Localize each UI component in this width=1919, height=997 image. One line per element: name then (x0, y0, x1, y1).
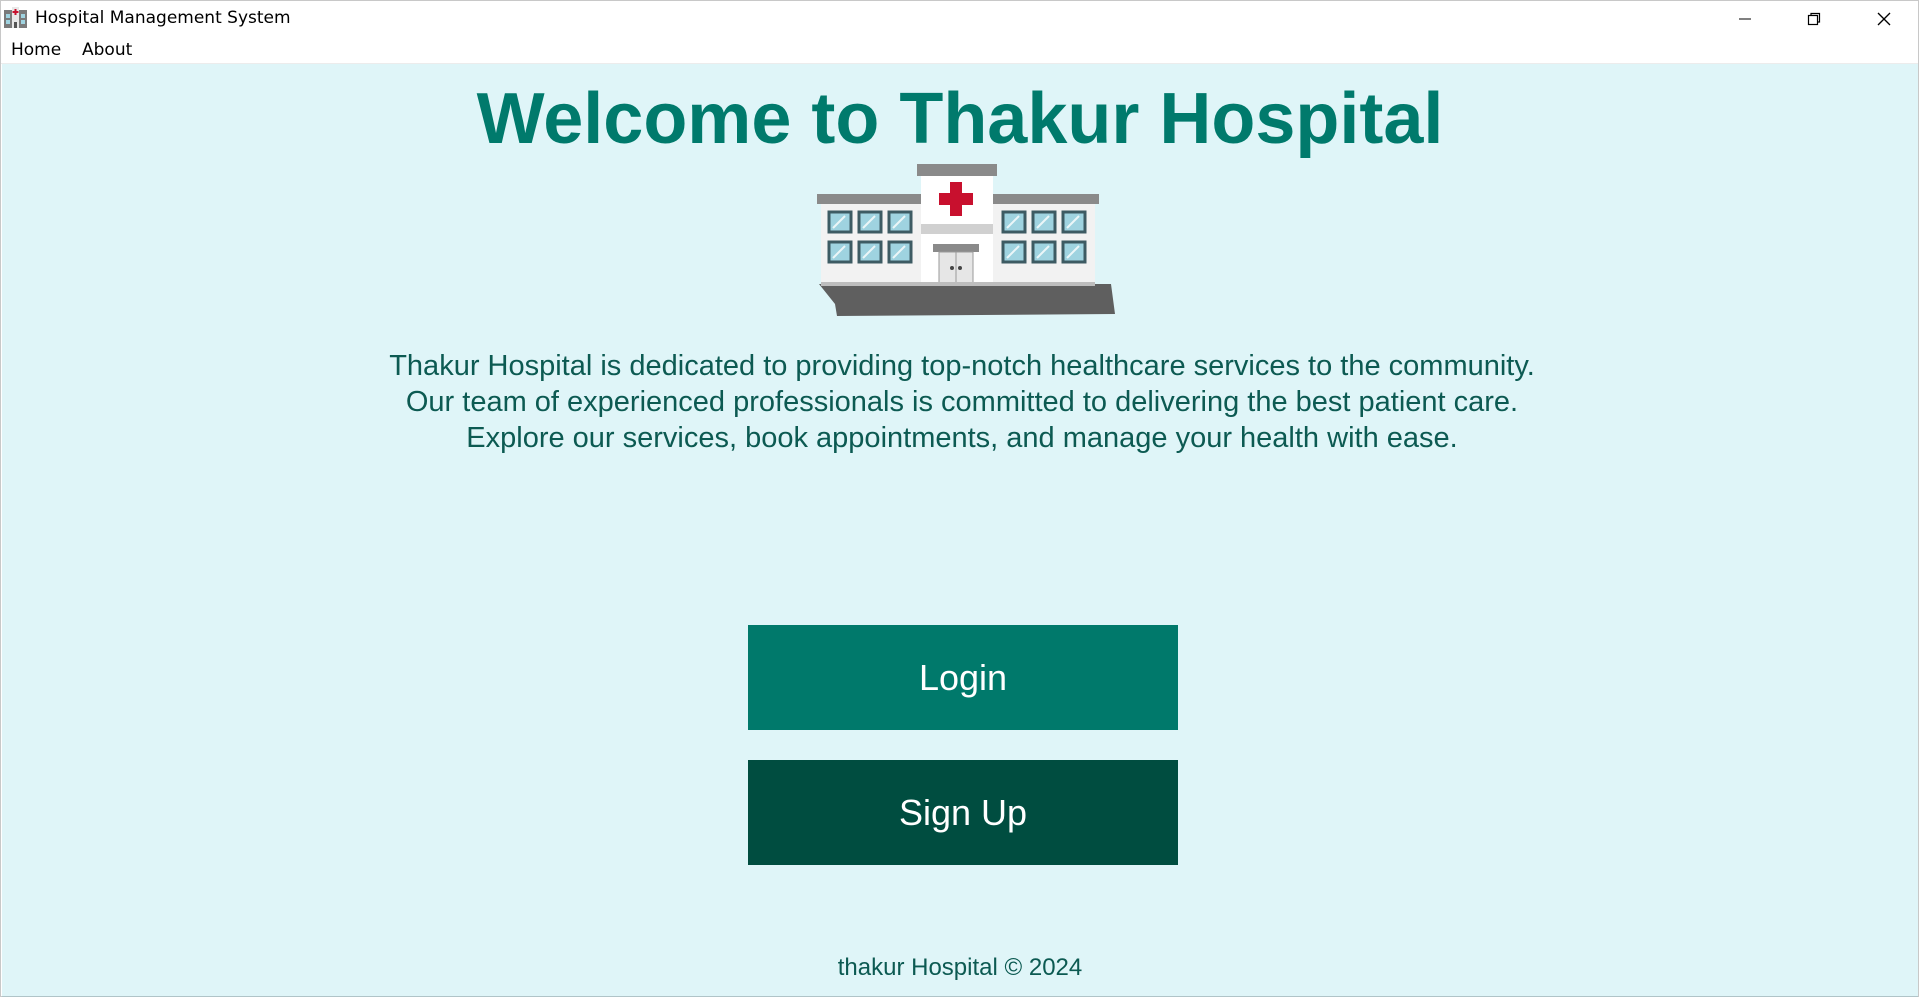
window-title: Hospital Management System (35, 8, 291, 28)
hospital-description: Thakur Hospital is dedicated to providin… (362, 348, 1562, 456)
description-line: Our team of experienced professionals is… (405, 386, 1519, 418)
hospital-building-icon (817, 164, 1115, 316)
menu-item-about[interactable]: About (82, 40, 132, 60)
minimize-icon (1739, 18, 1751, 19)
signup-button[interactable]: Sign Up (748, 760, 1178, 865)
description-line: Thakur Hospital is dedicated to providin… (389, 350, 1535, 382)
menu-bar: Home About (1, 36, 1918, 64)
close-button[interactable] (1850, 1, 1918, 36)
main-content: Welcome to Thakur Hospital Thakur Hospit… (2, 64, 1918, 997)
footer-copyright: thakur Hospital © 2024 (837, 954, 1083, 981)
restore-icon (1807, 12, 1821, 25)
page-title: Welcome to Thakur Hospital (476, 79, 1444, 159)
login-button[interactable]: Login (748, 625, 1178, 730)
close-icon (1877, 12, 1891, 25)
minimize-button[interactable] (1711, 1, 1779, 36)
menu-item-home[interactable]: Home (11, 40, 61, 60)
hospital-icon (4, 7, 27, 28)
app-window: Hospital Management System Home About We… (0, 0, 1919, 997)
description-line: Explore our services, book appointments,… (466, 422, 1458, 454)
restore-button[interactable] (1780, 1, 1848, 36)
title-bar: Hospital Management System (1, 1, 1918, 36)
